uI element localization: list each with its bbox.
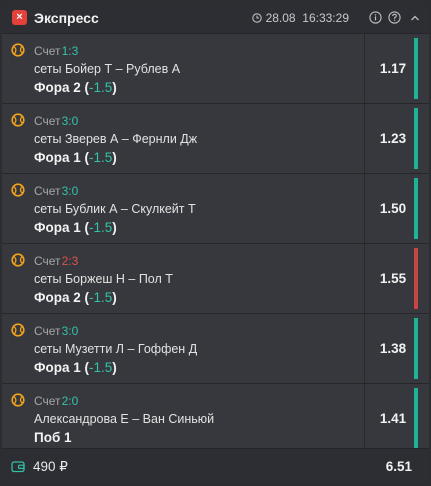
score-value: 3:0 (61, 184, 79, 198)
odds-value: 1.55 (379, 271, 407, 286)
tennis-ball-icon (11, 253, 25, 267)
handicap-value: -1.5 (89, 360, 113, 375)
coupon-title: Экспресс (34, 9, 99, 26)
bet-details: Счет3:0 сеты Бублик А – Скулкейт Т Фора … (2, 174, 363, 243)
score-value: 2:0 (61, 394, 79, 408)
score-label: Счет (34, 324, 61, 338)
chevron-up-icon[interactable] (409, 12, 421, 24)
odds-value: 1.38 (379, 341, 407, 356)
bet-details: Счет3:0 сеты Зверев А – Фернли Дж Фора 1… (2, 104, 363, 173)
odds-cell[interactable]: 1.55 (364, 244, 420, 313)
wallet-icon (11, 461, 25, 473)
match-name: сеты Бойер Т – Рублев А (34, 62, 181, 76)
bet-details: Счет1:3 сеты Бойер Т – Рублев А Фора 2 (… (2, 34, 363, 103)
match-name: сеты Зверев А – Фернли Дж (34, 132, 198, 146)
score-label: Счет (34, 184, 61, 198)
live-score: Счет1:3 (34, 44, 78, 58)
bet-row[interactable]: Счет3:0 сеты Зверев А – Фернли Дж Фора 1… (2, 104, 429, 174)
odds-value: 1.17 (379, 61, 407, 76)
express-coupon: × Экспресс 28.08 16:33:29 Счет1:3 сеты Б… (2, 2, 429, 484)
market-name: Фора 2 (-1.5) (34, 80, 117, 95)
market-close: ) (112, 290, 117, 305)
live-score: Счет2:3 (34, 254, 78, 268)
bet-row[interactable]: Счет1:3 сеты Бойер Т – Рублев А Фора 2 (… (2, 34, 429, 104)
total-odds: 6.51 (385, 459, 412, 474)
status-stripe (414, 248, 418, 309)
tennis-ball-icon (11, 393, 25, 407)
market-label: Фора 1 ( (34, 220, 90, 235)
stake-amount: 490 ₽ (33, 459, 68, 474)
bet-details: Счет2:0 Александрова Е – Ван Синьюй Поб … (2, 384, 363, 453)
market-close: ) (112, 80, 117, 95)
question-icon[interactable] (388, 11, 401, 24)
match-name: сеты Боржеш Н – Пол Т (34, 272, 173, 286)
status-stripe (414, 388, 418, 449)
market-name: Фора 1 (-1.5) (34, 360, 117, 375)
match-name: Александрова Е – Ван Синьюй (34, 412, 215, 426)
bet-list: Счет1:3 сеты Бойер Т – Рублев А Фора 2 (… (2, 34, 429, 454)
bet-row[interactable]: Счет2:3 сеты Боржеш Н – Пол Т Фора 2 (-1… (2, 244, 429, 314)
status-stripe (414, 318, 418, 379)
bet-row[interactable]: Счет3:0 сеты Музетти Л – Гоффен Д Фора 1… (2, 314, 429, 384)
status-stripe (414, 108, 418, 169)
score-value: 1:3 (61, 44, 79, 58)
coupon-header: × Экспресс 28.08 16:33:29 (2, 2, 429, 34)
odds-cell[interactable]: 1.17 (364, 34, 420, 103)
tennis-ball-icon (11, 323, 25, 337)
handicap-value: -1.5 (89, 290, 113, 305)
score-value: 3:0 (61, 114, 79, 128)
coupon-datetime: 28.08 16:33:29 (265, 10, 349, 25)
handicap-value: -1.5 (89, 80, 113, 95)
market-label: Фора 1 ( (34, 150, 90, 165)
odds-cell[interactable]: 1.23 (364, 104, 420, 173)
tennis-ball-icon (11, 183, 25, 197)
bet-details: Счет2:3 сеты Боржеш Н – Пол Т Фора 2 (-1… (2, 244, 363, 313)
tennis-ball-icon (11, 113, 25, 127)
odds-value: 1.41 (379, 411, 407, 426)
live-score: Счет3:0 (34, 184, 78, 198)
bet-row[interactable]: Счет2:0 Александрова Е – Ван Синьюй Поб … (2, 384, 429, 454)
score-value: 3:0 (61, 324, 79, 338)
score-label: Счет (34, 44, 61, 58)
info-icon[interactable] (369, 11, 382, 24)
market-name: Поб 1 (34, 430, 72, 445)
live-score: Счет2:0 (34, 394, 78, 408)
market-label: Фора 1 ( (34, 360, 90, 375)
odds-cell[interactable]: 1.41 (364, 384, 420, 453)
close-logo-icon: × (12, 10, 27, 25)
score-value: 2:3 (61, 254, 79, 268)
bet-details: Счет3:0 сеты Музетти Л – Гоффен Д Фора 1… (2, 314, 363, 383)
tennis-ball-icon (11, 43, 25, 57)
handicap-value: -1.5 (89, 220, 113, 235)
coupon-footer: 490 ₽ 6.51 (2, 448, 429, 484)
live-score: Счет3:0 (34, 114, 78, 128)
score-label: Счет (34, 254, 61, 268)
market-label: Поб 1 (34, 430, 72, 445)
odds-value: 1.50 (379, 201, 407, 216)
odds-cell[interactable]: 1.50 (364, 174, 420, 243)
match-name: сеты Музетти Л – Гоффен Д (34, 342, 198, 356)
odds-value: 1.23 (379, 131, 407, 146)
score-label: Счет (34, 394, 61, 408)
market-close: ) (112, 360, 117, 375)
live-score: Счет3:0 (34, 324, 78, 338)
status-stripe (414, 178, 418, 239)
status-stripe (414, 38, 418, 99)
market-close: ) (112, 220, 117, 235)
market-name: Фора 1 (-1.5) (34, 150, 117, 165)
score-label: Счет (34, 114, 61, 128)
market-name: Фора 1 (-1.5) (34, 220, 117, 235)
market-close: ) (112, 150, 117, 165)
bet-row[interactable]: Счет3:0 сеты Бублик А – Скулкейт Т Фора … (2, 174, 429, 244)
clock-icon (251, 12, 262, 23)
market-name: Фора 2 (-1.5) (34, 290, 117, 305)
odds-cell[interactable]: 1.38 (364, 314, 420, 383)
match-name: сеты Бублик А – Скулкейт Т (34, 202, 196, 216)
handicap-value: -1.5 (89, 150, 113, 165)
market-label: Фора 2 ( (34, 290, 90, 305)
market-label: Фора 2 ( (34, 80, 90, 95)
